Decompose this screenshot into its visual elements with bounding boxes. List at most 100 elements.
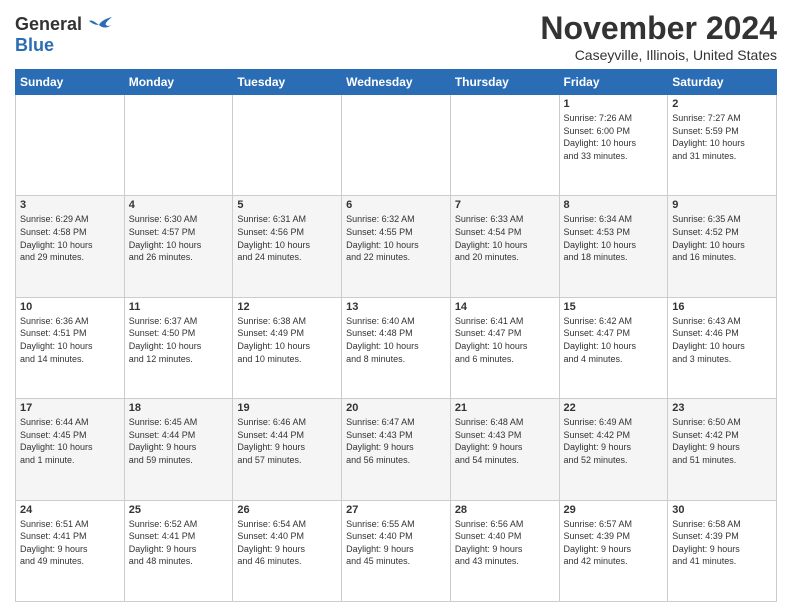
calendar-cell: 23 Sunrise: 6:50 AM Sunset: 4:42 PM Dayli…: [668, 399, 777, 500]
day-number: 1: [564, 98, 664, 110]
calendar-cell: [16, 95, 125, 196]
calendar-header-saturday: Saturday: [668, 70, 777, 95]
calendar-table: SundayMondayTuesdayWednesdayThursdayFrid…: [15, 69, 777, 602]
day-number: 20: [346, 402, 446, 414]
day-number: 16: [672, 301, 772, 313]
day-info: Sunrise: 6:44 AM Sunset: 4:45 PM Dayligh…: [20, 416, 120, 466]
day-number: 25: [129, 504, 229, 516]
calendar-cell: 20 Sunrise: 6:47 AM Sunset: 4:43 PM Dayli…: [342, 399, 451, 500]
day-number: 26: [237, 504, 337, 516]
day-number: 28: [455, 504, 555, 516]
day-number: 22: [564, 402, 664, 414]
location: Caseyville, Illinois, United States: [540, 47, 777, 63]
day-info: Sunrise: 6:55 AM Sunset: 4:40 PM Dayligh…: [346, 518, 446, 568]
day-info: Sunrise: 6:57 AM Sunset: 4:39 PM Dayligh…: [564, 518, 664, 568]
day-info: Sunrise: 6:47 AM Sunset: 4:43 PM Dayligh…: [346, 416, 446, 466]
calendar-header-tuesday: Tuesday: [233, 70, 342, 95]
calendar-cell: 9 Sunrise: 6:35 AM Sunset: 4:52 PM Daylig…: [668, 196, 777, 297]
logo: General Blue: [15, 14, 114, 56]
logo-blue: Blue: [15, 35, 54, 56]
day-number: 6: [346, 199, 446, 211]
calendar-cell: 18 Sunrise: 6:45 AM Sunset: 4:44 PM Dayli…: [124, 399, 233, 500]
calendar-cell: 29 Sunrise: 6:57 AM Sunset: 4:39 PM Dayli…: [559, 500, 668, 601]
calendar-cell: 10 Sunrise: 6:36 AM Sunset: 4:51 PM Dayli…: [16, 297, 125, 398]
day-info: Sunrise: 6:49 AM Sunset: 4:42 PM Dayligh…: [564, 416, 664, 466]
day-number: 10: [20, 301, 120, 313]
calendar-cell: [233, 95, 342, 196]
calendar-cell: [450, 95, 559, 196]
calendar-cell: 4 Sunrise: 6:30 AM Sunset: 4:57 PM Daylig…: [124, 196, 233, 297]
day-info: Sunrise: 6:35 AM Sunset: 4:52 PM Dayligh…: [672, 213, 772, 263]
day-number: 24: [20, 504, 120, 516]
day-info: Sunrise: 6:52 AM Sunset: 4:41 PM Dayligh…: [129, 518, 229, 568]
day-number: 17: [20, 402, 120, 414]
calendar-week-1: 1Sunrise: 7:26 AM Sunset: 6:00 PM Daylig…: [16, 95, 777, 196]
day-info: Sunrise: 6:30 AM Sunset: 4:57 PM Dayligh…: [129, 213, 229, 263]
day-info: Sunrise: 6:48 AM Sunset: 4:43 PM Dayligh…: [455, 416, 555, 466]
calendar-cell: 5Sunrise: 6:31 AM Sunset: 4:56 PM Daylig…: [233, 196, 342, 297]
day-info: Sunrise: 7:27 AM Sunset: 5:59 PM Dayligh…: [672, 112, 772, 162]
day-number: 2: [672, 98, 772, 110]
calendar-week-2: 3 Sunrise: 6:29 AM Sunset: 4:58 PM Daylig…: [16, 196, 777, 297]
day-number: 23: [672, 402, 772, 414]
page: General Blue November 2024 Caseyville, I…: [0, 0, 792, 612]
calendar-cell: 14Sunrise: 6:41 AM Sunset: 4:47 PM Dayli…: [450, 297, 559, 398]
calendar-header-friday: Friday: [559, 70, 668, 95]
calendar-cell: 1Sunrise: 7:26 AM Sunset: 6:00 PM Daylig…: [559, 95, 668, 196]
calendar-cell: 28 Sunrise: 6:56 AM Sunset: 4:40 PM Dayli…: [450, 500, 559, 601]
calendar-cell: [124, 95, 233, 196]
day-info: Sunrise: 6:50 AM Sunset: 4:42 PM Dayligh…: [672, 416, 772, 466]
calendar-cell: 19Sunrise: 6:46 AM Sunset: 4:44 PM Dayli…: [233, 399, 342, 500]
calendar-week-5: 24 Sunrise: 6:51 AM Sunset: 4:41 PM Dayli…: [16, 500, 777, 601]
day-info: Sunrise: 6:54 AM Sunset: 4:40 PM Dayligh…: [237, 518, 337, 568]
day-info: Sunrise: 6:46 AM Sunset: 4:44 PM Dayligh…: [237, 416, 337, 466]
day-number: 8: [564, 199, 664, 211]
day-info: Sunrise: 6:31 AM Sunset: 4:56 PM Dayligh…: [237, 213, 337, 263]
day-info: Sunrise: 6:43 AM Sunset: 4:46 PM Dayligh…: [672, 315, 772, 365]
day-number: 30: [672, 504, 772, 516]
day-number: 18: [129, 402, 229, 414]
calendar-header-row: SundayMondayTuesdayWednesdayThursdayFrid…: [16, 70, 777, 95]
calendar-header-sunday: Sunday: [16, 70, 125, 95]
calendar-cell: 7Sunrise: 6:33 AM Sunset: 4:54 PM Daylig…: [450, 196, 559, 297]
calendar-cell: 16 Sunrise: 6:43 AM Sunset: 4:46 PM Dayli…: [668, 297, 777, 398]
day-info: Sunrise: 6:33 AM Sunset: 4:54 PM Dayligh…: [455, 213, 555, 263]
day-info: Sunrise: 6:42 AM Sunset: 4:47 PM Dayligh…: [564, 315, 664, 365]
calendar-header-wednesday: Wednesday: [342, 70, 451, 95]
calendar-header-monday: Monday: [124, 70, 233, 95]
day-info: Sunrise: 6:58 AM Sunset: 4:39 PM Dayligh…: [672, 518, 772, 568]
calendar-cell: 21Sunrise: 6:48 AM Sunset: 4:43 PM Dayli…: [450, 399, 559, 500]
calendar-cell: 26 Sunrise: 6:54 AM Sunset: 4:40 PM Dayli…: [233, 500, 342, 601]
day-info: Sunrise: 6:37 AM Sunset: 4:50 PM Dayligh…: [129, 315, 229, 365]
day-info: Sunrise: 6:51 AM Sunset: 4:41 PM Dayligh…: [20, 518, 120, 568]
day-info: Sunrise: 6:32 AM Sunset: 4:55 PM Dayligh…: [346, 213, 446, 263]
calendar-cell: 6 Sunrise: 6:32 AM Sunset: 4:55 PM Daylig…: [342, 196, 451, 297]
day-info: Sunrise: 6:29 AM Sunset: 4:58 PM Dayligh…: [20, 213, 120, 263]
month-title: November 2024: [540, 10, 777, 47]
day-info: Sunrise: 6:56 AM Sunset: 4:40 PM Dayligh…: [455, 518, 555, 568]
calendar-cell: 3 Sunrise: 6:29 AM Sunset: 4:58 PM Daylig…: [16, 196, 125, 297]
calendar-cell: 22 Sunrise: 6:49 AM Sunset: 4:42 PM Dayli…: [559, 399, 668, 500]
calendar-cell: 30 Sunrise: 6:58 AM Sunset: 4:39 PM Dayli…: [668, 500, 777, 601]
day-number: 14: [455, 301, 555, 313]
day-number: 9: [672, 199, 772, 211]
calendar-cell: [342, 95, 451, 196]
calendar-week-4: 17 Sunrise: 6:44 AM Sunset: 4:45 PM Dayli…: [16, 399, 777, 500]
day-info: Sunrise: 6:38 AM Sunset: 4:49 PM Dayligh…: [237, 315, 337, 365]
day-number: 12: [237, 301, 337, 313]
calendar-cell: 25 Sunrise: 6:52 AM Sunset: 4:41 PM Dayli…: [124, 500, 233, 601]
calendar-cell: 13 Sunrise: 6:40 AM Sunset: 4:48 PM Dayli…: [342, 297, 451, 398]
calendar-cell: 2 Sunrise: 7:27 AM Sunset: 5:59 PM Daylig…: [668, 95, 777, 196]
day-number: 3: [20, 199, 120, 211]
day-number: 29: [564, 504, 664, 516]
day-info: Sunrise: 6:45 AM Sunset: 4:44 PM Dayligh…: [129, 416, 229, 466]
calendar-week-3: 10 Sunrise: 6:36 AM Sunset: 4:51 PM Dayli…: [16, 297, 777, 398]
day-number: 15: [564, 301, 664, 313]
day-info: Sunrise: 6:36 AM Sunset: 4:51 PM Dayligh…: [20, 315, 120, 365]
header: General Blue November 2024 Caseyville, I…: [15, 10, 777, 63]
calendar-cell: 11Sunrise: 6:37 AM Sunset: 4:50 PM Dayli…: [124, 297, 233, 398]
day-number: 13: [346, 301, 446, 313]
calendar-cell: 24 Sunrise: 6:51 AM Sunset: 4:41 PM Dayli…: [16, 500, 125, 601]
day-info: Sunrise: 6:40 AM Sunset: 4:48 PM Dayligh…: [346, 315, 446, 365]
day-number: 4: [129, 199, 229, 211]
